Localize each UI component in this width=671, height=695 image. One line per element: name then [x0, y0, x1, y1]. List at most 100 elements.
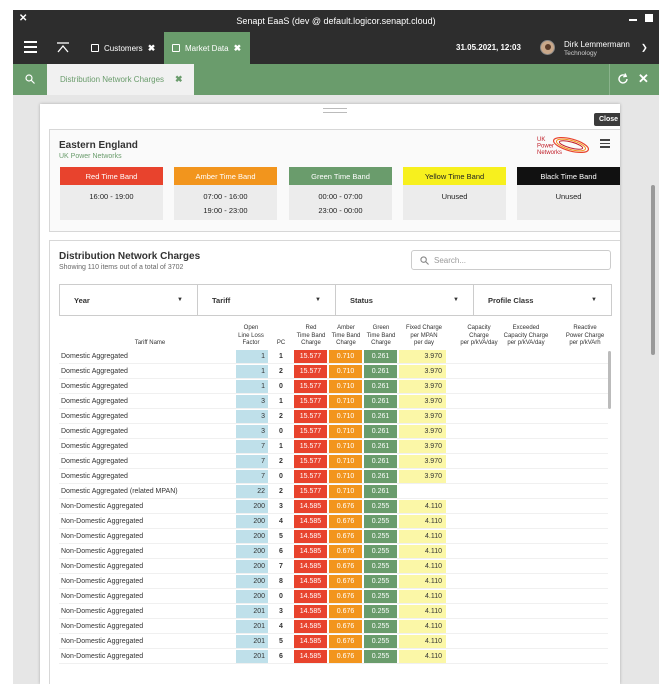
table-row[interactable]: Non-Domestic Aggregated 201 3 14.585 0.676 0.… — [59, 604, 608, 619]
chevron-down-icon[interactable]: ❯ — [641, 43, 648, 52]
cell-line-loss-factor: 200 — [236, 530, 268, 543]
cell-green-charge: 0.255 — [364, 590, 397, 603]
logo-line-1: UK — [537, 137, 545, 143]
minimize-icon[interactable] — [629, 19, 637, 21]
table-row[interactable]: Non-Domestic Aggregated 200 3 14.585 0.676 0.… — [59, 499, 608, 514]
col-red-charge[interactable]: Red Time Band Charge — [293, 325, 329, 348]
cell-line-loss-factor: 7 — [236, 440, 268, 453]
filter-profile-class[interactable]: Profile Class ▼ — [474, 285, 611, 315]
tab-close-icon[interactable]: ✖ — [175, 74, 183, 85]
close-icon[interactable]: ✕ — [638, 71, 649, 87]
cell-pc: 6 — [279, 548, 283, 555]
cell-pc: 2 — [279, 368, 283, 375]
band-time: 23:00 - 00:00 — [318, 206, 363, 215]
logo-line-3: Networks — [537, 150, 562, 156]
home-up-icon[interactable] — [57, 42, 69, 54]
cell-red-charge: 14.585 — [294, 515, 327, 528]
col-reactive-power-charge[interactable]: Reactive Power Charge per p/kVArh — [554, 325, 616, 348]
cell-tariff-name: Non-Domestic Aggregated — [61, 578, 144, 585]
col-line: Charge — [301, 340, 321, 346]
col-line-loss-factor[interactable]: Open Line Loss Factor — [233, 325, 269, 348]
cell-red-charge: 14.585 — [294, 590, 327, 603]
table-row[interactable]: Non-Domestic Aggregated 200 6 14.585 0.676 0.… — [59, 544, 608, 559]
col-tariff-name[interactable]: Tariff Name — [110, 340, 190, 348]
filter-year[interactable]: Year ▼ — [60, 285, 198, 315]
col-green-charge[interactable]: Green Time Band Charge — [363, 325, 399, 348]
table-scrollbar[interactable] — [608, 351, 611, 409]
search-input[interactable] — [434, 255, 604, 265]
cell-fixed-charge: 3.970 — [399, 455, 446, 468]
table-row[interactable]: Non-Domestic Aggregated 200 4 14.585 0.676 0.… — [59, 514, 608, 529]
cell-green-charge: 0.261 — [364, 350, 397, 363]
table-row[interactable]: Domestic Aggregated 7 0 15.577 0.710 0.261 3.9… — [59, 469, 608, 484]
table-row[interactable]: Domestic Aggregated 1 0 15.577 0.710 0.261 3.9… — [59, 379, 608, 394]
col-line: Time Band — [366, 332, 396, 339]
table-row[interactable]: Domestic Aggregated 1 1 15.577 0.710 0.261 3.9… — [59, 349, 608, 364]
band-time: Unused — [555, 192, 582, 201]
cell-pc: 3 — [279, 503, 283, 510]
tab-distribution-network-charges[interactable]: Distribution Network Charges ✖ — [47, 64, 194, 95]
cell-red-charge: 14.585 — [294, 530, 327, 543]
cell-line-loss-factor: 201 — [236, 620, 268, 633]
cell-fixed-charge: 3.970 — [399, 425, 446, 438]
filter-row: Year ▼ Tariff ▼ Status ▼ Profile Class ▼ — [59, 284, 612, 316]
table-row[interactable]: Domestic Aggregated (related MPAN) 22 2 15.… — [59, 484, 608, 499]
user-name[interactable]: Dirk Lemmermann — [564, 40, 630, 49]
tab-close-icon[interactable]: ✖ — [234, 43, 242, 54]
cell-green-charge: 0.255 — [364, 620, 397, 633]
col-line: Factor — [242, 340, 260, 346]
cell-green-charge: 0.261 — [364, 410, 397, 423]
table-row[interactable]: Non-Domestic Aggregated 201 5 14.585 0.676 0.… — [59, 634, 608, 649]
filter-status[interactable]: Status ▼ — [336, 285, 474, 315]
card-menu-icon[interactable] — [600, 139, 610, 150]
cell-red-charge: 15.577 — [294, 395, 327, 408]
window-close-icon[interactable]: ✕ — [19, 14, 27, 24]
col-amber-charge[interactable]: Amber Time Band Charge — [328, 325, 364, 348]
refresh-icon[interactable] — [617, 73, 629, 85]
col-exceeded-capacity-charge[interactable]: Exceeded Capacity Charge per p/kVA/day — [493, 325, 559, 348]
cell-green-charge: 0.255 — [364, 530, 397, 543]
window-title: Senapt EaaS (dev @ default.logicor.senap… — [236, 16, 436, 26]
main-menu-icon[interactable] — [24, 41, 37, 53]
page-scrollbar[interactable] — [651, 185, 655, 355]
cell-fixed-charge: 4.110 — [399, 605, 446, 618]
table-row[interactable]: Non-Domestic Aggregated 201 6 14.585 0.676 0.… — [59, 649, 608, 664]
table-row[interactable]: Non-Domestic Aggregated 200 7 14.585 0.676 0.… — [59, 559, 608, 574]
table-row[interactable]: Domestic Aggregated 3 0 15.577 0.710 0.261 3.9… — [59, 424, 608, 439]
cell-fixed-charge: 4.110 — [399, 545, 446, 558]
table-row[interactable]: Non-Domestic Aggregated 200 5 14.585 0.676 0.… — [59, 529, 608, 544]
cell-pc: 0 — [279, 473, 283, 480]
table-row[interactable]: Domestic Aggregated 7 1 15.577 0.710 0.261 3.9… — [59, 439, 608, 454]
cell-fixed-charge: 4.110 — [399, 500, 446, 513]
cell-tariff-name: Non-Domestic Aggregated — [61, 593, 144, 600]
cell-pc: 1 — [279, 443, 283, 450]
col-line: per p/kVArh — [569, 340, 601, 346]
cell-tariff-name: Non-Domestic Aggregated — [61, 518, 144, 525]
cell-amber-charge: 0.676 — [329, 620, 362, 633]
search-icon[interactable] — [25, 74, 35, 84]
table-row[interactable]: Non-Domestic Aggregated 200 8 14.585 0.676 0.… — [59, 574, 608, 589]
cell-tariff-name: Domestic Aggregated (related MPAN) — [61, 488, 178, 495]
col-fixed-charge[interactable]: Fixed Charge per MPAN per day — [398, 325, 450, 348]
cell-tariff-name: Domestic Aggregated — [61, 398, 128, 405]
maximize-icon[interactable] — [645, 14, 653, 22]
table-row[interactable]: Domestic Aggregated 1 2 15.577 0.710 0.261 3.9… — [59, 364, 608, 379]
filter-tariff[interactable]: Tariff ▼ — [198, 285, 336, 315]
table-row[interactable]: Non-Domestic Aggregated 200 0 14.585 0.676 0.… — [59, 589, 608, 604]
cell-amber-charge: 0.710 — [329, 455, 362, 468]
table-row[interactable]: Domestic Aggregated 7 2 15.577 0.710 0.261 3.9… — [59, 454, 608, 469]
filter-label: Profile Class — [488, 295, 534, 305]
search-field[interactable] — [411, 250, 611, 270]
table-row[interactable]: Domestic Aggregated 3 1 15.577 0.710 0.261 3.9… — [59, 394, 608, 409]
close-button[interactable]: Close — [594, 113, 620, 126]
avatar[interactable] — [540, 40, 555, 55]
col-pc[interactable]: PC — [271, 340, 291, 348]
tab-market-data[interactable]: Market Data ✖ — [164, 32, 250, 64]
table-row[interactable]: Non-Domestic Aggregated 201 4 14.585 0.676 0.… — [59, 619, 608, 634]
tab-close-icon[interactable]: ✖ — [148, 43, 156, 54]
table-row[interactable]: Domestic Aggregated 3 2 15.577 0.710 0.261 3.9… — [59, 409, 608, 424]
tab-customers[interactable]: Customers ✖ — [83, 32, 163, 64]
col-line: Time Band — [331, 332, 361, 339]
cell-fixed-charge: 4.110 — [399, 575, 446, 588]
drag-handle[interactable] — [323, 108, 347, 113]
